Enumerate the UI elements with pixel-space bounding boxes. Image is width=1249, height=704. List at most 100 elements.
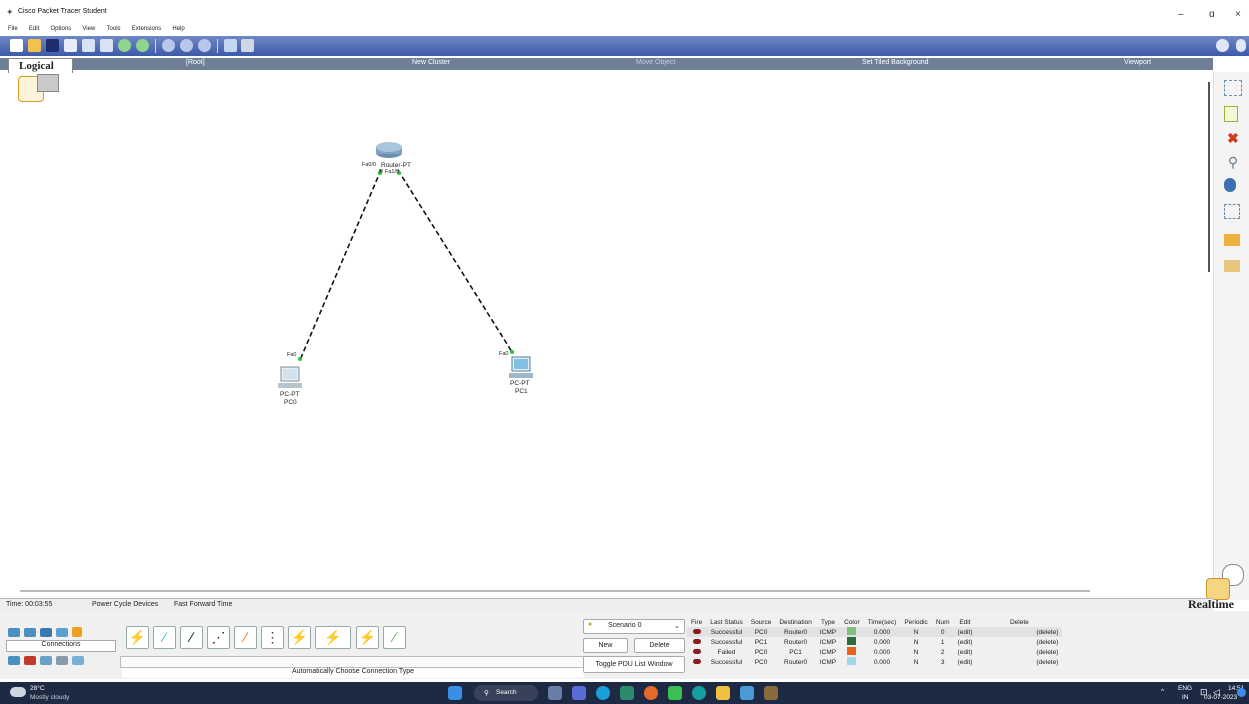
status-cell: Successful [710,658,743,666]
type-cell: ICMP [819,658,837,666]
table-row[interactable]: Successful PC1 Router0 ICMP 0.000 N 1 (e… [687,637,1062,647]
copper-straight-through-icon[interactable]: ∕ [180,626,203,649]
fire-icon[interactable] [687,657,706,667]
switches-category-icon[interactable] [24,628,36,637]
column-header: Delete [1009,618,1029,626]
toggle-pdu-list-button[interactable]: Toggle PDU List Window [583,656,685,673]
simulation-time: Time: 00:03:55 [6,601,53,608]
connection-scrollbar[interactable] [120,656,588,668]
pdu-table-header: Fire Last Status Source Destination Type… [687,617,1062,627]
status-cell: Successful [710,638,743,646]
num-cell: 0 [940,628,945,636]
packet-tracer-taskbar-icon[interactable] [764,686,778,700]
pc1-name-label: PC1 [515,388,528,395]
status-cell: Successful [710,628,743,636]
hubs-category-icon[interactable] [40,628,52,637]
wireless-category-icon[interactable] [56,628,68,637]
edit-link[interactable]: (edit) [954,627,977,637]
num-cell: 3 [940,658,945,666]
canvas-scrollbar[interactable] [1208,82,1210,272]
routers-category-icon[interactable] [8,628,20,637]
delete-link[interactable]: (delete) [976,647,1062,657]
infinity-app-icon[interactable] [692,686,706,700]
octal-cable-icon[interactable]: ∕ [383,626,406,649]
app-icon[interactable] [668,686,682,700]
end-devices-category-icon[interactable] [8,656,20,665]
vscode-icon[interactable] [740,686,754,700]
edit-link[interactable]: (edit) [954,647,977,657]
connections-category-icon[interactable] [72,627,82,637]
table-row[interactable]: Failed PC0 PC1 ICMP 0.000 N 2 (edit) (de… [687,647,1062,657]
fast-forward-time-button[interactable]: Fast Forward Time [174,601,232,608]
weather-icon[interactable] [10,687,26,697]
color-cell [840,627,864,637]
windows-start-icon[interactable] [448,686,462,700]
delete-link[interactable]: (delete) [976,627,1062,637]
store-icon[interactable] [620,686,634,700]
coaxial-cable-icon[interactable]: ⚡ [288,626,311,649]
notification-icon[interactable] [1237,688,1246,697]
fire-icon[interactable] [687,647,706,657]
copper-cross-over-icon[interactable]: ⋰ [207,626,230,649]
select-icon[interactable] [1224,80,1242,96]
file-explorer-icon[interactable] [716,686,730,700]
table-row[interactable]: Successful PC0 Router0 ICMP 0.000 N 0 (e… [687,627,1063,637]
pc0-name-label: PC0 [284,399,297,406]
scenario-dropdown[interactable]: ● Scenario 0 ⌄ [583,619,685,634]
task-view-icon[interactable] [548,686,562,700]
router-icon [376,142,402,158]
fire-icon[interactable] [687,637,706,647]
multiuser-category-icon[interactable] [72,656,84,665]
horizontal-scrollbar[interactable] [20,590,1090,592]
add-simple-pdu-icon[interactable] [1224,234,1240,246]
inspect-note-icon[interactable] [1224,106,1238,122]
new-scenario-button[interactable]: New [583,638,628,653]
type-cell: ICMP [819,628,837,636]
weather-description: Mostly cloudy [30,694,70,701]
type-cell: ICMP [819,638,837,646]
edge-icon[interactable] [596,686,610,700]
table-row[interactable]: Successful PC0 Router0 ICMP 0.000 N 3 (e… [687,657,1062,667]
serial-dce-icon[interactable]: ⚡ [315,626,351,649]
column-header: Fire [691,618,703,626]
column-header: Periodic [904,618,928,626]
edit-link[interactable]: (edit) [954,637,977,647]
auto-connection-icon[interactable]: ⚡ [126,626,149,649]
common-tools-bar: ✖ ⚲ [1208,72,1249,600]
inspect-icon[interactable]: ⚲ [1224,154,1242,170]
wan-emulation-category-icon[interactable] [40,656,52,665]
search-box[interactable]: ⚲ Search [474,685,538,701]
destination-cell: Router0 [784,628,808,636]
security-category-icon[interactable] [24,656,36,665]
phone-cable-icon[interactable]: ⋮ [261,626,284,649]
fire-icon[interactable] [687,627,706,637]
delete-icon[interactable]: ✖ [1224,130,1242,146]
chevron-up-icon[interactable]: ^ [1161,688,1164,695]
fiber-icon[interactable]: ∕ [234,626,257,649]
resize-shape-icon[interactable] [1224,178,1236,192]
meet-icon[interactable] [572,686,586,700]
language-indicator[interactable]: ENG [1178,685,1192,692]
console-cable-icon[interactable]: ⁄ [153,626,176,649]
pc1-port-label: Fa0 [499,351,509,357]
delete-link[interactable]: (delete) [976,657,1062,667]
pc1-icon [509,356,533,378]
power-cycle-devices-button[interactable]: Power Cycle Devices [92,601,158,608]
column-header: Source [750,618,772,626]
status-cell: Failed [717,648,736,656]
clock-date[interactable]: 03-07-2023 [1204,694,1237,701]
link-status-icon [298,357,302,361]
router-name-label: R [379,169,383,175]
serial-dte-icon[interactable]: ⚡ [356,626,379,649]
realtime-mode-tab[interactable]: Realtime [1188,597,1234,612]
firefox-icon[interactable] [644,686,658,700]
pc0-icon [278,366,302,388]
edit-link[interactable]: (edit) [954,657,977,667]
color-cell [840,647,864,657]
delete-link[interactable]: (delete) [976,637,1062,647]
custom-devices-category-icon[interactable] [56,656,68,665]
add-complex-pdu-icon[interactable] [1224,260,1240,272]
place-note-icon[interactable] [1224,204,1240,219]
search-label: Search [496,689,517,696]
delete-scenario-button[interactable]: Delete [634,638,685,653]
